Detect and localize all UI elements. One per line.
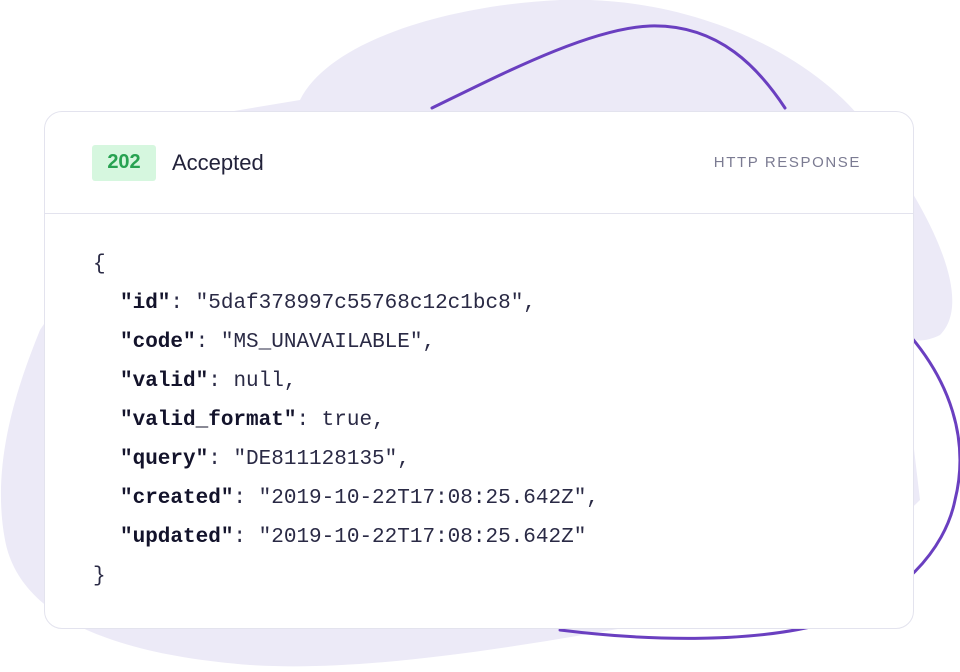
json-key: "updated" bbox=[120, 526, 234, 549]
json-comma: , bbox=[422, 331, 436, 354]
json-comma: , bbox=[372, 409, 385, 432]
json-key: "valid" bbox=[120, 370, 209, 393]
json-line-query: "query": "DE811128135", bbox=[120, 448, 410, 471]
json-close-brace: } bbox=[93, 565, 106, 588]
json-line-code: "code": "MS_UNAVAILABLE", bbox=[120, 331, 436, 354]
json-key: "code" bbox=[120, 331, 196, 354]
status-code-badge: 202 bbox=[92, 144, 156, 181]
json-comma: , bbox=[397, 448, 410, 471]
json-value: "DE811128135" bbox=[233, 448, 398, 471]
json-line-created: "created": "2019-10-22T17:08:25.642Z", bbox=[120, 487, 599, 510]
http-response-label: HTTP RESPONSE bbox=[713, 154, 861, 171]
json-value: "MS_UNAVAILABLE" bbox=[220, 331, 423, 354]
status-text: Accepted bbox=[172, 149, 264, 175]
response-header: 202 Accepted HTTP RESPONSE bbox=[45, 112, 913, 214]
json-key: "valid_format" bbox=[120, 409, 297, 432]
json-open-brace: { bbox=[93, 253, 106, 276]
http-response-card: 202 Accepted HTTP RESPONSE { "id": "5daf… bbox=[44, 111, 914, 629]
json-value: null bbox=[233, 370, 284, 393]
json-comma: , bbox=[283, 370, 297, 393]
json-comma: , bbox=[586, 487, 599, 510]
json-body: { "id": "5daf378997c55768c12c1bc8", "cod… bbox=[45, 214, 913, 596]
json-value: "2019-10-22T17:08:25.642Z" bbox=[258, 487, 587, 510]
json-line-valid-format: "valid_format": true, bbox=[120, 409, 385, 432]
json-key: "id" bbox=[120, 292, 171, 315]
json-key: "created" bbox=[120, 487, 234, 510]
json-comma: , bbox=[523, 292, 536, 315]
json-line-valid: "valid": null, bbox=[120, 370, 297, 393]
json-value: "5daf378997c55768c12c1bc8" bbox=[195, 292, 524, 315]
json-value: "2019-10-22T17:08:25.642Z" bbox=[258, 526, 587, 549]
json-key: "query" bbox=[120, 448, 209, 471]
json-line-id: "id": "5daf378997c55768c12c1bc8", bbox=[120, 292, 536, 315]
json-value: true bbox=[321, 409, 373, 432]
json-line-updated: "updated": "2019-10-22T17:08:25.642Z" bbox=[120, 526, 587, 549]
